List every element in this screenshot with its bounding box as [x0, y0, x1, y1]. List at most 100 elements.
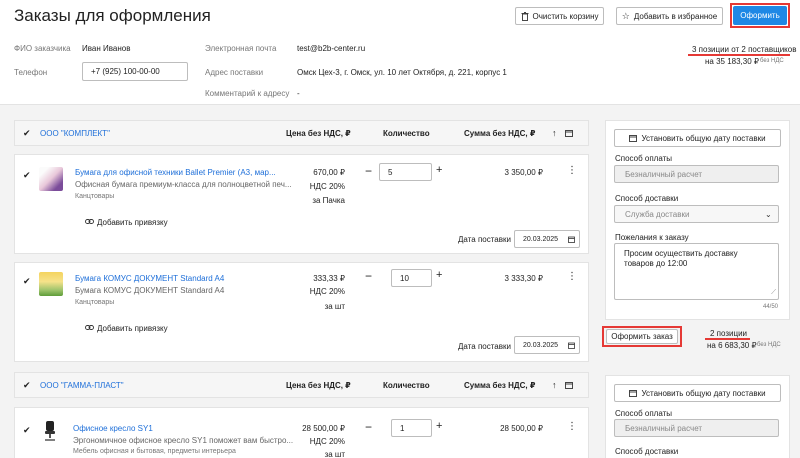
unit-value: за Пачка — [312, 196, 345, 205]
product-desc: Бумага КОМУС ДОКУМЕНТ Standard A4 — [75, 286, 225, 295]
sum-value: 3 350,00 ₽ — [504, 168, 543, 177]
quantity-input[interactable]: 5 — [379, 163, 432, 181]
delivery-select[interactable]: Служба доставки ⌄ — [614, 205, 779, 223]
quantity-input[interactable]: 1 — [391, 419, 432, 437]
payment-select[interactable]: Безналичный расчет — [614, 419, 779, 437]
unit-value: за шт — [324, 450, 345, 458]
plus-button[interactable]: + — [436, 269, 442, 281]
list-item: ✔ Бумага КОМУС ДОКУМЕНТ Standard A4 Бума… — [14, 262, 589, 362]
place-order-button[interactable]: Оформить заказ — [606, 329, 678, 344]
column-price: Цена без НДС, ₽ — [286, 381, 351, 390]
product-desc: Эргономичное офисное кресло SY1 поможет … — [73, 436, 294, 445]
customer-name-label: ФИО заказчика — [14, 44, 71, 53]
product-title[interactable]: Бумага для офисной техники Ballet Premie… — [75, 168, 276, 177]
phone-label: Телефон — [14, 68, 48, 77]
add-binding-link[interactable]: Добавить привязку — [97, 218, 168, 227]
item-checkbox[interactable]: ✔ — [23, 426, 31, 435]
supplier-checkbox[interactable]: ✔ — [23, 129, 31, 138]
checkout-button[interactable]: Оформить — [733, 6, 787, 25]
supplier-name[interactable]: ООО "ГАММА-ПЛАСТ" — [40, 381, 124, 390]
product-category: Канцтовары — [75, 193, 115, 200]
trash-icon — [521, 11, 529, 21]
address-comment-value: - — [297, 89, 300, 98]
supplier-name[interactable]: ООО "КОМПЛЕКТ" — [40, 129, 110, 138]
chevron-down-icon: ⌄ — [765, 210, 772, 219]
address-label: Адрес поставки — [205, 68, 264, 77]
vat-value: НДС 20% — [309, 437, 345, 446]
delivery-select-value: Служба доставки — [625, 209, 690, 219]
address-comment-label: Комментарий к адресу — [205, 89, 290, 98]
address-value: Омск Цех-3, г. Омск, ул. 10 лет Октября,… — [297, 68, 507, 77]
product-title[interactable]: Офисное кресло SY1 — [73, 424, 153, 433]
set-common-date-button[interactable]: Установить общую дату поставки — [614, 384, 781, 402]
add-favorites-label: Добавить в избранное — [633, 11, 718, 21]
summary-vat: без НДС — [760, 58, 784, 64]
wishes-value: Просим осуществить доставку товаров до 1… — [624, 249, 738, 268]
quantity-input[interactable]: 10 — [391, 269, 432, 287]
set-common-date-label: Установить общую дату поставки — [641, 133, 766, 143]
email-label: Электронная почта — [205, 44, 277, 53]
sum-value: 3 333,30 ₽ — [504, 274, 543, 283]
summary-underline — [688, 54, 790, 56]
supplier-header: ✔ ООО "КОМПЛЕКТ" Цена без НДС, ₽ Количес… — [14, 120, 589, 146]
item-checkbox[interactable]: ✔ — [23, 277, 31, 286]
product-desc: Офисная бумага премиум-класса для полноц… — [75, 180, 292, 189]
wishes-textarea[interactable]: Просим осуществить доставку товаров до 1… — [614, 243, 779, 300]
char-counter: 44/50 — [763, 304, 779, 310]
sort-arrow-icon[interactable]: ↑ — [552, 128, 557, 138]
minus-button[interactable]: − — [365, 420, 372, 434]
column-qty: Количество — [383, 129, 430, 138]
resize-handle-icon[interactable]: ⟋ — [771, 288, 776, 298]
vat-value: НДС 20% — [309, 287, 345, 296]
order-side-panel: Установить общую дату поставки Способ оп… — [605, 120, 790, 320]
order-total: на 6 683,30 ₽ — [707, 341, 757, 350]
star-icon: ☆ — [621, 10, 630, 21]
more-icon[interactable]: ⋮ — [567, 272, 577, 282]
product-image[interactable] — [39, 167, 63, 191]
chair-image[interactable] — [43, 421, 57, 441]
delivery-date-input[interactable]: 20.03.2025 — [514, 230, 580, 248]
delivery-date-value: 20.03.2025 — [523, 235, 559, 243]
delivery-date-input[interactable]: 20.03.2025 — [514, 336, 580, 354]
unit-value: за шт — [324, 302, 345, 311]
price-value: 28 500,00 ₽ — [302, 424, 345, 433]
more-icon[interactable]: ⋮ — [567, 166, 577, 176]
sum-value: 28 500,00 ₽ — [500, 424, 543, 433]
customer-name-value: Иван Иванов — [82, 44, 131, 53]
set-common-date-button[interactable]: Установить общую дату поставки — [614, 129, 781, 147]
plus-button[interactable]: + — [436, 164, 442, 176]
delivery-label: Способ доставки — [615, 447, 679, 456]
phone-input[interactable]: +7 (925) 100-00-00 — [82, 62, 188, 81]
column-qty: Количество — [383, 381, 430, 390]
column-sum: Сумма без НДС, ₽ — [464, 129, 536, 138]
product-image[interactable] — [39, 272, 63, 296]
minus-button[interactable]: − — [365, 269, 372, 283]
delivery-label: Способ доставки — [615, 194, 679, 203]
order-positions: 2 позиции — [710, 329, 748, 338]
delivery-date-value: 20.03.2025 — [523, 341, 559, 349]
price-value: 333,33 ₽ — [313, 274, 345, 283]
delivery-date-label: Дата поставки — [458, 235, 511, 244]
delivery-date-label: Дата поставки — [458, 342, 511, 351]
email-value: test@b2b-center.ru — [297, 44, 366, 53]
product-title[interactable]: Бумага КОМУС ДОКУМЕНТ Standard A4 — [75, 274, 224, 283]
product-category: Мебель офисная и бытовая, предметы интер… — [73, 448, 236, 455]
column-price: Цена без НДС, ₽ — [286, 129, 351, 138]
add-binding-link[interactable]: Добавить привязку — [97, 324, 168, 333]
payment-label: Способ оплаты — [615, 154, 673, 163]
column-sum: Сумма без НДС, ₽ — [464, 381, 536, 390]
add-favorites-button[interactable]: ☆ Добавить в избранное — [616, 7, 723, 25]
more-icon[interactable]: ⋮ — [567, 422, 577, 432]
clear-cart-button[interactable]: Очистить корзину — [515, 7, 604, 25]
summary-positions: 3 позиции от 2 поставщиков — [692, 45, 797, 54]
calendar-icon[interactable] — [565, 129, 573, 137]
minus-button[interactable]: − — [365, 164, 372, 178]
item-checkbox[interactable]: ✔ — [23, 171, 31, 180]
calendar-icon[interactable] — [565, 381, 573, 389]
sort-arrow-icon[interactable]: ↑ — [552, 380, 557, 390]
list-item: ✔ Бумага для офисной техники Ballet Prem… — [14, 154, 589, 254]
plus-button[interactable]: + — [436, 420, 442, 432]
payment-select[interactable]: Безналичный расчет — [614, 165, 779, 183]
supplier-checkbox[interactable]: ✔ — [23, 381, 31, 390]
calendar-icon — [629, 134, 638, 142]
